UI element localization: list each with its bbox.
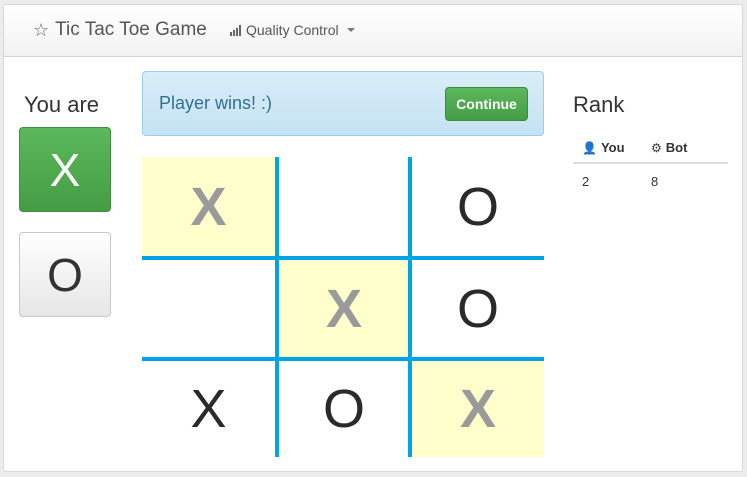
score-bot: 8 xyxy=(651,173,659,189)
board-cell-middle-right[interactable]: O xyxy=(412,260,544,358)
board-cell-bottom-right[interactable]: X xyxy=(412,361,544,457)
score-you: 2 xyxy=(582,173,590,189)
quality-control-dropdown[interactable]: Quality Control xyxy=(230,22,355,38)
board-cell-top-right[interactable]: O xyxy=(412,157,544,257)
brand-link[interactable]: ☆ Tic Tac Toe Game xyxy=(33,19,207,41)
board-cell-bottom-left[interactable]: X xyxy=(142,361,275,457)
user-icon: 👤 xyxy=(582,140,597,155)
result-alert: Player wins! :) Continue xyxy=(142,71,544,136)
rank-header-you: You xyxy=(600,140,625,155)
board-cell-bottom-center[interactable]: O xyxy=(278,361,410,457)
rank-title: Rank xyxy=(573,92,625,117)
app-frame: ☆ Tic Tac Toe Game Quality Control You a… xyxy=(3,4,743,472)
rank-score-row: 2 8 xyxy=(573,164,728,198)
board-cell-top-left[interactable]: X xyxy=(142,157,275,257)
navbar: ☆ Tic Tac Toe Game Quality Control xyxy=(4,5,742,57)
brand-title: Tic Tac Toe Game xyxy=(55,19,207,40)
rank-header-row: 👤 You ⚙ Bot xyxy=(573,133,728,164)
grid-line-horizontal-2 xyxy=(142,357,544,361)
game-board: XOXOXOX xyxy=(142,157,544,457)
choose-x-button[interactable]: X xyxy=(19,127,111,212)
board-cell-center[interactable]: X xyxy=(278,260,410,358)
continue-button[interactable]: Continue xyxy=(445,87,528,121)
signal-bars-icon xyxy=(230,24,241,36)
board-cell-top-center[interactable] xyxy=(278,157,410,257)
you-are-heading: You are xyxy=(24,92,100,117)
grid-line-vertical-1 xyxy=(275,157,279,457)
dropdown-label: Quality Control xyxy=(246,22,339,38)
rank-header-bot: Bot xyxy=(665,140,688,155)
rank-table: 👤 You ⚙ Bot 2 8 xyxy=(573,133,728,198)
grid-line-horizontal-1 xyxy=(142,256,544,260)
grid-line-vertical-2 xyxy=(408,157,412,457)
star-icon: ☆ xyxy=(33,19,50,41)
alert-message: Player wins! :) xyxy=(159,93,273,113)
caret-down-icon xyxy=(346,28,355,32)
board-cell-middle-left[interactable] xyxy=(142,260,275,358)
gear-icon: ⚙ xyxy=(651,140,662,155)
choose-o-button[interactable]: O xyxy=(19,232,111,317)
